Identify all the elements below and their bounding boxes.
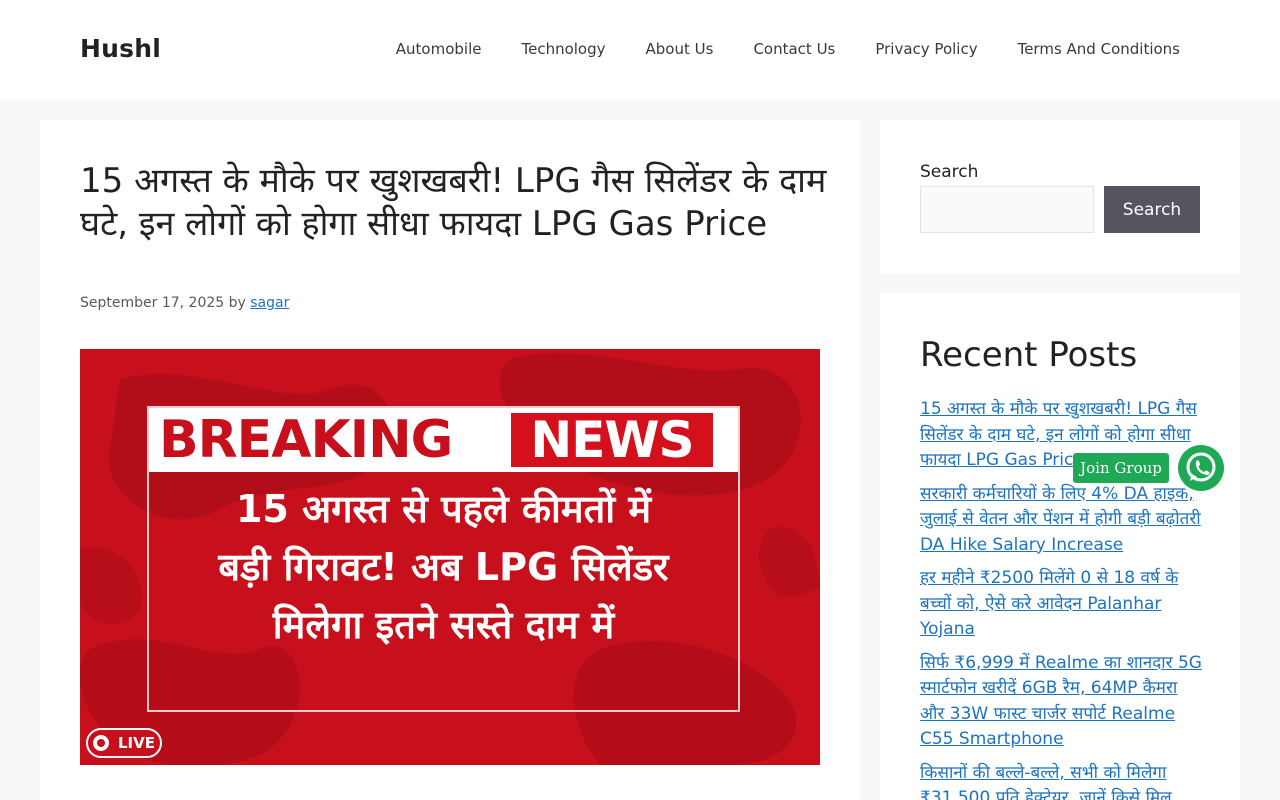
recent-posts-widget: Recent Posts 15 अगस्त के मौके पर खुशखबरी… — [880, 293, 1240, 800]
nav-item-about-us[interactable]: About Us — [646, 40, 714, 58]
author-link[interactable]: sagar — [250, 295, 289, 311]
featured-image[interactable]: BREAKING NEWS 15 अगस्त से पहले कीमतों मे… — [80, 349, 820, 765]
live-label: LIVE — [118, 734, 155, 752]
search-input[interactable] — [920, 186, 1094, 233]
article-meta: September 17, 2025 by sagar — [80, 295, 289, 311]
headline-lines: 15 अगस्त से पहले कीमतों में बड़ी गिरावट!… — [149, 480, 738, 654]
site-logo[interactable]: Hushl — [80, 34, 161, 63]
main-navigation: Automobile Technology About Us Contact U… — [356, 40, 1180, 58]
breaking-news-card: BREAKING NEWS 15 अगस्त से पहले कीमतों मे… — [147, 406, 740, 712]
headline-line: बड़ी गिरावट! अब LPG सिलेंडर — [218, 545, 669, 589]
live-badge: LIVE — [86, 728, 162, 758]
news-text: NEWS — [511, 413, 713, 467]
headline-line: मिलेगा इतने सस्ते दाम में — [272, 603, 615, 647]
article-title: 15 अगस्त के मौके पर खुशखबरी! LPG गैस सिल… — [80, 161, 827, 244]
byline-prefix: by — [228, 295, 246, 311]
search-button[interactable]: Search — [1104, 186, 1200, 233]
nav-item-privacy-policy[interactable]: Privacy Policy — [875, 40, 977, 58]
article-content: 15 अगस्त के मौके पर खुशखबरी! LPG गैस सिल… — [40, 120, 860, 800]
search-widget: Search Search — [880, 120, 1240, 273]
recent-post-link[interactable]: सिर्फ ₹6,999 में Realme का शानदार 5G स्म… — [920, 653, 1202, 750]
nav-item-automobile[interactable]: Automobile — [396, 40, 482, 58]
nav-item-contact-us[interactable]: Contact Us — [753, 40, 835, 58]
headline-line: 15 अगस्त से पहले कीमतों में — [235, 487, 652, 531]
whatsapp-icon[interactable] — [1174, 441, 1228, 495]
list-item: हर महीने ₹2500 मिलेंगे 0 से 18 वर्ष के ब… — [920, 566, 1205, 643]
nav-item-terms[interactable]: Terms And Conditions — [1018, 40, 1180, 58]
list-item: सरकारी कर्मचारियों के लिए 4% DA हाइक, जु… — [920, 482, 1205, 559]
breaking-text: BREAKING — [159, 410, 453, 470]
recent-post-link[interactable]: सरकारी कर्मचारियों के लिए 4% DA हाइक, जु… — [920, 484, 1201, 555]
list-item: सिर्फ ₹6,999 में Realme का शानदार 5G स्म… — [920, 651, 1205, 753]
article-date: September 17, 2025 — [80, 295, 225, 311]
search-label: Search — [920, 162, 979, 182]
recent-posts-title: Recent Posts — [920, 335, 1138, 375]
breaking-news-banner: BREAKING NEWS — [149, 408, 738, 472]
record-dot-icon — [93, 735, 109, 751]
recent-post-link[interactable]: किसानों की बल्ले-बल्ले, सभी को मिलेगा ₹3… — [920, 763, 1172, 800]
nav-item-technology[interactable]: Technology — [521, 40, 605, 58]
join-group-button[interactable]: Join Group — [1073, 453, 1169, 483]
recent-post-link[interactable]: हर महीने ₹2500 मिलेंगे 0 से 18 वर्ष के ब… — [920, 568, 1178, 639]
list-item: किसानों की बल्ले-बल्ले, सभी को मिलेगा ₹3… — [920, 761, 1205, 800]
site-header: Hushl Automobile Technology About Us Con… — [0, 0, 1280, 100]
